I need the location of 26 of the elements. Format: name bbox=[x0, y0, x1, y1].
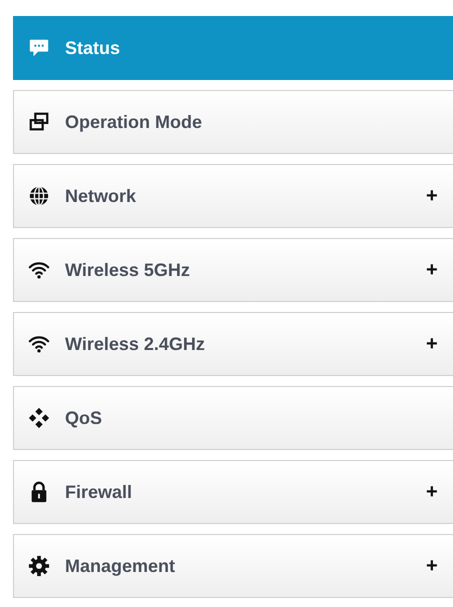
menu-item[interactable]: Wireless 5GHz + bbox=[13, 238, 453, 302]
menu-label: Firewall bbox=[65, 482, 132, 502]
diamonds-icon bbox=[28, 407, 50, 429]
menu-label: Status bbox=[65, 38, 120, 58]
gear-icon bbox=[28, 555, 50, 577]
menu-label: Operation Mode bbox=[65, 112, 202, 132]
expand-icon[interactable]: + bbox=[426, 184, 438, 208]
expand-icon[interactable]: + bbox=[426, 480, 438, 504]
menu-label: Wireless 2.4GHz bbox=[65, 334, 205, 354]
menu-label: Management bbox=[65, 556, 176, 576]
chat-bubble-icon bbox=[28, 37, 50, 59]
menu-label: Network bbox=[65, 186, 136, 206]
menu-item[interactable]: Management + bbox=[13, 534, 453, 598]
windows-icon bbox=[28, 111, 50, 133]
expand-icon[interactable]: + bbox=[426, 258, 438, 282]
menu-label: QoS bbox=[65, 408, 102, 428]
menu-item[interactable]: Firewall + bbox=[13, 460, 453, 524]
expand-icon[interactable]: + bbox=[426, 554, 438, 578]
expand-icon[interactable]: + bbox=[426, 332, 438, 356]
menu-item[interactable]: Network + bbox=[13, 164, 453, 228]
menu-item[interactable]: Status bbox=[13, 16, 453, 80]
menu-item[interactable]: QoS bbox=[13, 386, 453, 450]
menu-item[interactable]: Wireless 2.4GHz + bbox=[13, 312, 453, 376]
globe-icon bbox=[28, 185, 50, 207]
menu-item[interactable]: Operation Mode bbox=[13, 90, 453, 154]
menu-label: Wireless 5GHz bbox=[65, 260, 190, 280]
